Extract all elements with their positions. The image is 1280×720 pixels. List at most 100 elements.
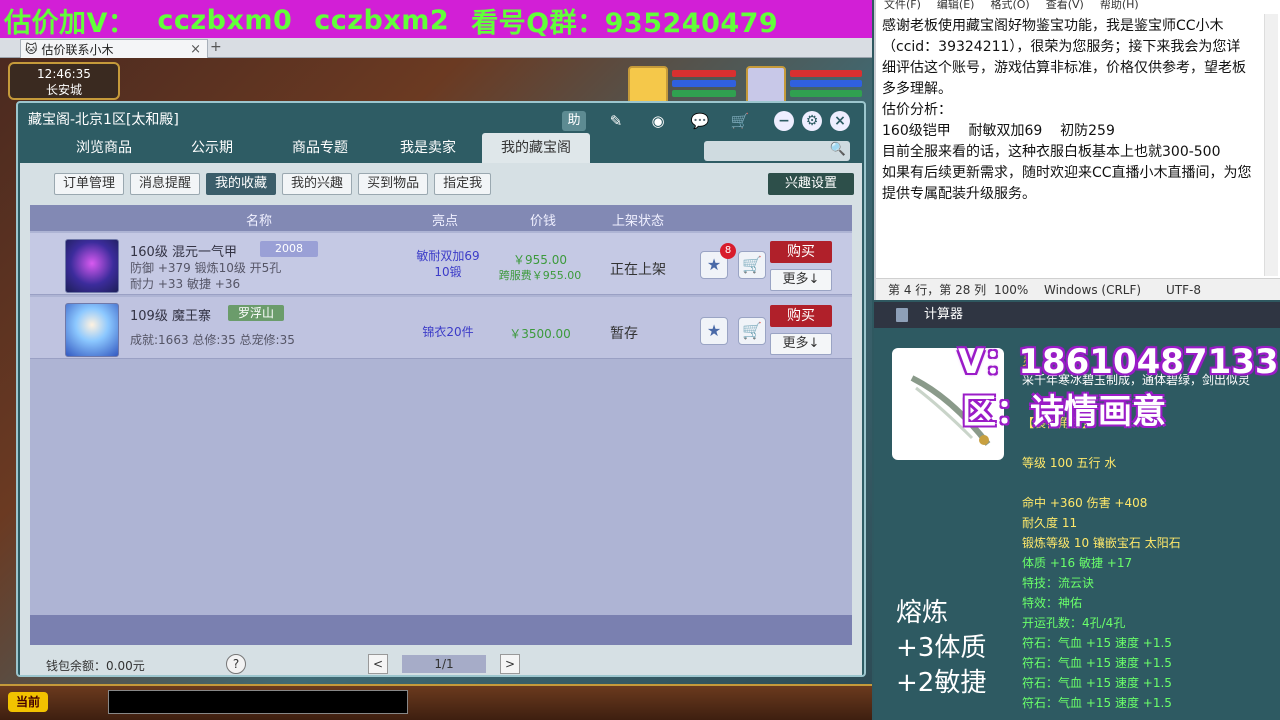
encoding: UTF-8 <box>1166 283 1201 297</box>
menu-view[interactable]: 查看(V) <box>1046 0 1084 12</box>
calculator-label: 计算器 <box>924 307 964 322</box>
subtab-interests[interactable]: 我的兴趣 <box>282 173 353 195</box>
buy-button[interactable]: 购买 <box>770 305 832 327</box>
subtab-favorites[interactable]: 我的收藏 <box>206 173 277 195</box>
search-icon[interactable]: 🔍 <box>830 142 846 157</box>
party-hud <box>628 66 872 106</box>
item-stat: 特技：流云诀 <box>1022 576 1095 590</box>
favorites-table: 名称 亮点 价钱 上架状态 160级 混元一气甲 2008 防御 +379 锻炼… <box>30 205 852 645</box>
search-input[interactable]: 🔍 <box>704 141 850 161</box>
hp-bar <box>672 70 736 77</box>
subtab-messages[interactable]: 消息提醒 <box>130 173 201 195</box>
subtab-purchased[interactable]: 买到物品 <box>358 173 429 195</box>
item-price-crossserver: 跨服费￥955.00 <box>498 269 582 282</box>
more-button[interactable]: 更多↓ <box>770 269 832 291</box>
item-stats-line1: 成就:1663 总修:35 总宠修:35 <box>130 333 295 347</box>
item-stats-line2: 耐力 +33 敏捷 +36 <box>130 277 241 291</box>
character-avatar-icon[interactable] <box>65 303 119 357</box>
text-line: 目前全服来看的话，这种衣服白板基本上也就300-500 <box>882 144 1221 160</box>
menu-help[interactable]: 帮助(H) <box>1100 0 1139 12</box>
browser-tab[interactable]: 🐱 估价联系小木 × <box>20 39 208 58</box>
smelt-stat: +3体质 <box>896 633 987 663</box>
mp-bar <box>672 80 736 87</box>
text-line: 160级铠甲 耐敏双加69 初防259 <box>882 123 1115 139</box>
tab-seller[interactable]: 我是卖家 <box>374 133 482 163</box>
item-status: 暂存 <box>610 326 638 342</box>
calculator-bar[interactable]: 计算器 <box>874 302 1280 328</box>
notepad-scrollbar[interactable] <box>1264 14 1278 276</box>
new-tab-icon[interactable]: + <box>210 39 222 55</box>
menu-file[interactable]: 文件(F) <box>884 0 921 12</box>
subtab-designated[interactable]: 指定我 <box>434 173 492 195</box>
minimize-icon[interactable]: − <box>774 111 794 131</box>
player-portrait-icon[interactable] <box>746 66 786 106</box>
player-mp-bar <box>790 80 862 87</box>
banner-text-2: cczbxm0 <box>157 4 293 36</box>
main-tabs: 浏览商品 公示期 商品专题 我是卖家 我的藏宝阁 <box>50 133 590 163</box>
page-favicon-icon: 🐱 <box>25 42 38 56</box>
notepad-window: 文件(F) 编辑(E) 格式(O) 查看(V) 帮助(H) 感谢老板使用藏宝阁好… <box>874 0 1280 300</box>
add-to-cart-icon[interactable]: 🛒 <box>738 251 766 279</box>
interest-settings-button[interactable]: 兴趣设置 <box>768 173 854 195</box>
item-stat: 特效：神佑 <box>1022 596 1083 610</box>
chat-channel-button[interactable]: 当前 <box>8 692 48 712</box>
item-title[interactable]: 109级 魔王寨 <box>130 305 211 324</box>
line-ending: Windows (CRLF) <box>1044 283 1142 297</box>
armor-item-icon[interactable] <box>65 239 119 293</box>
item-title[interactable]: 160级 混元一气甲 <box>130 241 237 260</box>
item-stat: 开运孔数：4孔/4孔 <box>1022 616 1126 630</box>
favorite-star-icon[interactable]: ★ <box>700 317 728 345</box>
city-name: 长安城 <box>45 83 82 97</box>
text-line: 感谢老板使用藏宝阁好物鉴宝功能，我是鉴宝师CC小木（ccid：39324211）… <box>882 18 1246 97</box>
table-row[interactable]: 160级 混元一气甲 2008 防御 +379 锻炼10级 开5孔 耐力 +33… <box>30 233 852 295</box>
table-row[interactable]: 109级 魔王寨 罗浮山 成就:1663 总修:35 总宠修:35 锦衣20件 … <box>30 297 852 359</box>
prev-page-button[interactable]: < <box>368 654 388 674</box>
menu-format[interactable]: 格式(O) <box>990 0 1029 12</box>
chat-icon[interactable]: 💬 <box>688 111 712 131</box>
help-question-icon[interactable]: ? <box>226 654 246 674</box>
item-stats-line1: 防御 +379 锻炼10级 开5孔 <box>130 261 282 275</box>
settings-icon[interactable]: ⚙ <box>802 111 822 131</box>
cart-icon[interactable]: 🛒 <box>728 111 752 131</box>
chat-input[interactable] <box>108 690 408 714</box>
tab-topics[interactable]: 商品专题 <box>266 133 374 163</box>
page-indicator: 1/1 <box>402 655 486 673</box>
content-area: 订单管理 消息提醒 我的收藏 我的兴趣 买到物品 指定我 兴趣设置 名称 亮点 … <box>20 163 862 675</box>
help-button[interactable]: 助 <box>562 111 586 131</box>
col-name: 名称 <box>246 214 273 229</box>
tab-my-pavilion[interactable]: 我的藏宝阁 <box>482 133 590 163</box>
item-status: 正在上架 <box>610 262 666 278</box>
item-badge: 2008 <box>260 241 318 257</box>
wallet-balance: 钱包余额：0.00元 <box>46 659 145 673</box>
item-rune: 符石：气血 +15 速度 +1.5 <box>1022 656 1172 670</box>
next-page-button[interactable]: > <box>500 654 520 674</box>
more-button[interactable]: 更多↓ <box>770 333 832 355</box>
buy-button[interactable]: 购买 <box>770 241 832 263</box>
browser-tab-label: 估价联系小木 <box>41 42 114 57</box>
banner-text-1: 估价加V： <box>4 7 136 39</box>
smelt-info: 熔炼 +3体质 +2敏捷 <box>896 596 986 701</box>
calculator-icon <box>896 308 908 322</box>
subtab-orders[interactable]: 订单管理 <box>54 173 125 195</box>
tab-browse[interactable]: 浏览商品 <box>50 133 158 163</box>
item-rune: 符石：气血 +15 速度 +1.5 <box>1022 696 1172 710</box>
banner-text-4: 看号Q群：935240479 <box>471 7 779 39</box>
window-title: 藏宝阁-北京1区[太和殿] <box>28 112 179 128</box>
player-hp-bar <box>790 70 862 77</box>
zoom-level: 100% <box>994 283 1029 297</box>
record-icon[interactable]: ◉ <box>646 111 670 131</box>
edit-icon[interactable]: ✎ <box>604 111 628 131</box>
server-overlay: 区：诗情画意 <box>962 392 1166 432</box>
favorite-count-badge: 8 <box>720 243 736 259</box>
tab-close-icon[interactable]: × <box>190 42 201 57</box>
notepad-menu: 文件(F) 编辑(E) 格式(O) 查看(V) 帮助(H) <box>876 0 1280 12</box>
exp-bar <box>672 90 736 97</box>
menu-edit[interactable]: 编辑(E) <box>937 0 975 12</box>
add-to-cart-icon[interactable]: 🛒 <box>738 317 766 345</box>
notepad-text-area[interactable]: 感谢老板使用藏宝阁好物鉴宝功能，我是鉴宝师CC小木（ccid：39324211）… <box>882 16 1254 205</box>
pet-portrait-icon[interactable] <box>628 66 668 106</box>
text-line: 如果有后续更新需求，随时欢迎来CC直播小木直播间，为您提供专属配装升级服务。 <box>882 165 1252 202</box>
item-badge: 罗浮山 <box>228 305 284 321</box>
tab-public[interactable]: 公示期 <box>158 133 266 163</box>
close-icon[interactable]: × <box>830 111 850 131</box>
